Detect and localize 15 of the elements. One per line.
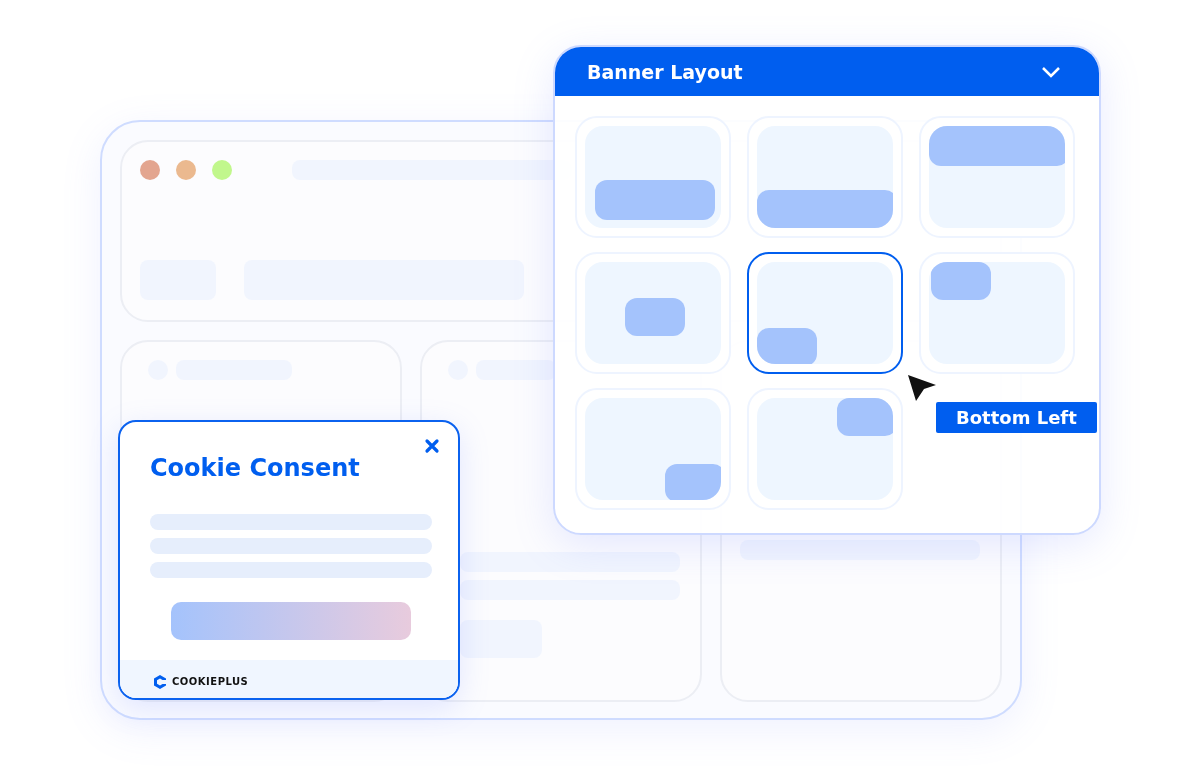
- layout-option[interactable]: [747, 252, 903, 374]
- dialog-title: Cookie Consent: [150, 454, 360, 482]
- close-icon[interactable]: [424, 438, 440, 454]
- banner-preview: [931, 262, 991, 300]
- cursor-icon: [906, 373, 938, 403]
- panel-title: Banner Layout: [587, 60, 743, 83]
- banner-preview: [757, 328, 817, 364]
- banner-preview: [665, 464, 721, 500]
- gradient-button[interactable]: [171, 602, 411, 640]
- brand-name: COOKIEPLUS: [172, 676, 249, 687]
- banner-preview: [837, 398, 893, 436]
- logo-icon: [152, 674, 168, 690]
- banner-preview: [625, 298, 685, 336]
- tooltip: Bottom Left: [936, 402, 1097, 433]
- chevron-down-icon[interactable]: [1041, 65, 1061, 78]
